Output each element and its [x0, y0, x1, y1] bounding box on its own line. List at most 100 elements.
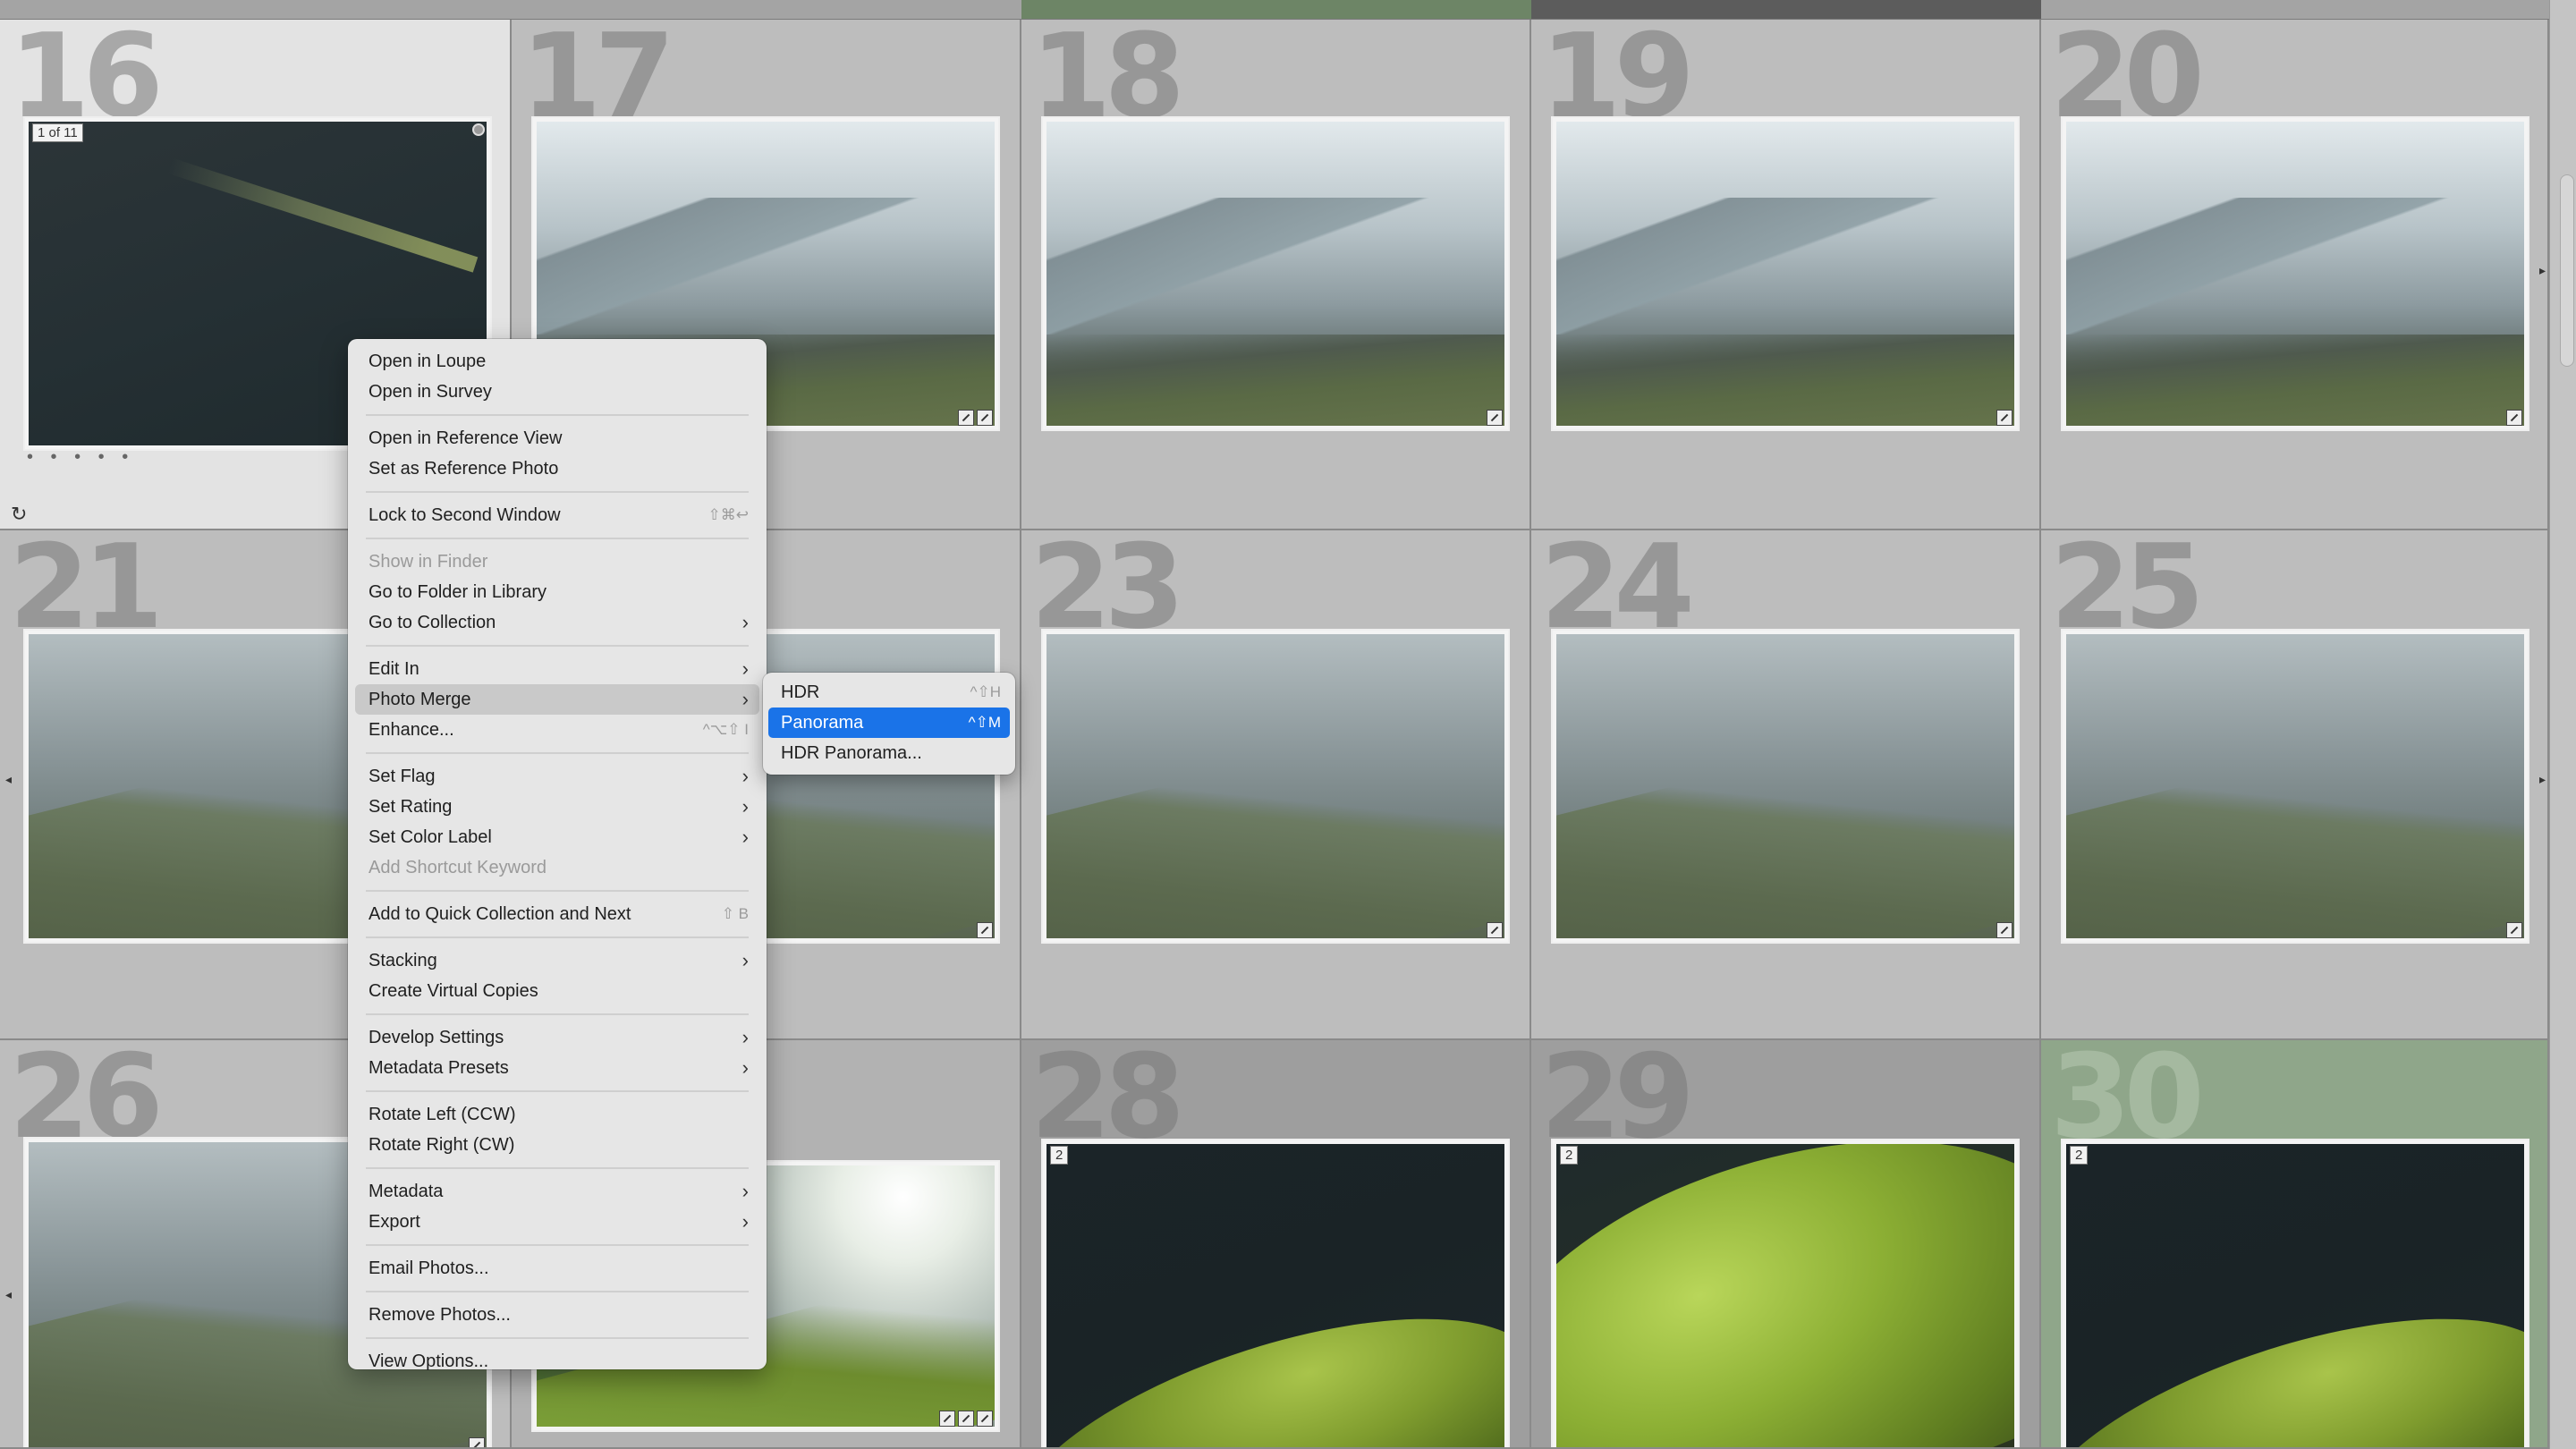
edited-icon [1996, 410, 2012, 426]
menu-separator [366, 645, 749, 647]
chevron-right-icon[interactable]: ▸ [2539, 263, 2546, 278]
menu-item-set-as-reference-photo[interactable]: Set as Reference Photo [348, 453, 767, 484]
vertical-scrollbar[interactable] [2560, 174, 2574, 367]
day-number: 30 [2050, 1040, 2205, 1165]
photo-thumbnail[interactable] [1551, 116, 2020, 431]
chevron-right-icon: › [741, 949, 749, 971]
menu-separator [366, 1337, 749, 1339]
edited-icon [469, 1437, 485, 1447]
chevron-right-icon: › [741, 765, 749, 787]
menu-item-enhance[interactable]: Enhance... ^⌥⇧ I [348, 715, 767, 745]
chevron-left-icon[interactable]: ◂ [5, 1287, 12, 1302]
day-cell-23[interactable]: 23 [1021, 530, 1531, 1040]
stack-count-badge: 1 of 11 [32, 123, 83, 142]
menu-item-set-color-label[interactable]: Set Color Label › [348, 822, 767, 852]
day-number: 21 [9, 530, 164, 655]
edit-badge-icons [958, 410, 993, 426]
menu-separator [366, 1291, 749, 1292]
photo-thumbnail[interactable] [1551, 629, 2020, 944]
chevron-left-icon[interactable]: ◂ [5, 772, 12, 787]
day-number: 28 [1030, 1040, 1185, 1165]
edited-icon [1487, 410, 1503, 426]
shortcut-label: ^⇧M [968, 714, 1001, 731]
photo-thumbnail[interactable] [1041, 116, 1510, 431]
chevron-right-icon: › [741, 1056, 749, 1079]
menu-separator [366, 1244, 749, 1246]
menu-item-remove-photos[interactable]: Remove Photos... [348, 1300, 767, 1330]
submenu-item-hdr-panorama[interactable]: HDR Panorama... [768, 738, 1010, 768]
top-bar-segment [2041, 0, 2549, 20]
menu-item-metadata-presets[interactable]: Metadata Presets › [348, 1053, 767, 1083]
menu-separator [366, 890, 749, 892]
menu-item-set-flag[interactable]: Set Flag › [348, 761, 767, 792]
menu-item-stacking[interactable]: Stacking › [348, 945, 767, 976]
menu-separator [366, 1013, 749, 1015]
stack-count-badge: 2 [1050, 1146, 1069, 1165]
menu-item-add-to-quick-collection-and-next[interactable]: Add to Quick Collection and Next ⇧ B [348, 899, 767, 929]
day-cell-25[interactable]: 25 ▸ [2041, 530, 2549, 1040]
day-cell-29[interactable]: 29 2 [1531, 1040, 2041, 1449]
menu-item-open-in-reference-view[interactable]: Open in Reference View [348, 423, 767, 453]
edit-badge-icons [939, 1411, 993, 1427]
chevron-right-icon: › [741, 611, 749, 633]
menu-item-edit-in[interactable]: Edit In › [348, 654, 767, 684]
photo-thumbnail[interactable] [2061, 629, 2529, 944]
day-cell-28[interactable]: 28 2 [1021, 1040, 1531, 1449]
menu-item-open-in-survey[interactable]: Open in Survey [348, 377, 767, 407]
edited-icon [2506, 410, 2522, 426]
edit-badge-icons [469, 1437, 485, 1447]
menu-item-rotate-left[interactable]: Rotate Left (CCW) [348, 1099, 767, 1130]
menu-item-go-to-folder-in-library[interactable]: Go to Folder in Library [348, 577, 767, 607]
menu-item-show-in-finder: Show in Finder [369, 552, 488, 572]
menu-separator [366, 414, 749, 416]
menu-item-create-virtual-copies[interactable]: Create Virtual Copies [348, 976, 767, 1006]
edited-icon [1487, 922, 1503, 938]
crop-icon [977, 410, 993, 426]
photo-merge-submenu: HDR ^⇧H Panorama ^⇧M HDR Panorama... [763, 673, 1015, 775]
day-cell-18[interactable]: 18 [1021, 20, 1531, 530]
selection-dot-icon[interactable] [472, 123, 485, 136]
chevron-right-icon[interactable]: ▸ [2539, 772, 2546, 787]
day-number: 25 [2050, 530, 2205, 655]
rotate-icon[interactable]: ↻ [11, 503, 27, 526]
day-cell-20[interactable]: 20 ▸ [2041, 20, 2549, 530]
edited-icon [939, 1411, 955, 1427]
submenu-item-hdr[interactable]: HDR ^⇧H [768, 677, 1010, 708]
rating-dots[interactable]: • • • • • [27, 447, 134, 468]
stack-count-badge: 2 [1560, 1146, 1579, 1165]
menu-item-set-rating[interactable]: Set Rating › [348, 792, 767, 822]
menu-item-develop-settings[interactable]: Develop Settings › [348, 1022, 767, 1053]
photo-thumbnail[interactable] [1041, 629, 1510, 944]
menu-separator [366, 538, 749, 539]
menu-item-go-to-collection[interactable]: Go to Collection › [348, 607, 767, 638]
edit-badge-icons [977, 922, 993, 938]
menu-item-lock-to-second-window[interactable]: Lock to Second Window ⇧⌘↩ [348, 500, 767, 530]
menu-separator [366, 1090, 749, 1092]
photo-thumbnail[interactable] [2061, 116, 2529, 431]
day-number: 23 [1030, 530, 1185, 655]
top-bar-segment-active [1021, 0, 1531, 20]
menu-item-photo-merge[interactable]: Photo Merge › [355, 684, 759, 715]
menu-item-view-options[interactable]: View Options... [348, 1346, 767, 1377]
shortcut-label: ^⌥⇧ I [702, 721, 749, 738]
day-cell-30[interactable]: 30 2 [2041, 1040, 2549, 1449]
submenu-item-panorama[interactable]: Panorama ^⇧M [768, 708, 1010, 738]
photo-thumbnail[interactable]: 2 [1041, 1139, 1510, 1447]
chevron-right-icon: › [741, 795, 749, 818]
photo-thumbnail[interactable]: 2 [2061, 1139, 2529, 1447]
edit-badge-icons [1996, 410, 2012, 426]
menu-item-export[interactable]: Export › [348, 1207, 767, 1237]
photo-thumbnail[interactable]: 2 [1551, 1139, 2020, 1447]
chevron-right-icon: › [741, 1180, 749, 1202]
menu-item-open-in-loupe[interactable]: Open in Loupe [348, 346, 767, 377]
menu-item-rotate-right[interactable]: Rotate Right (CW) [348, 1130, 767, 1160]
edited-icon [958, 410, 974, 426]
menu-item-email-photos[interactable]: Email Photos... [348, 1253, 767, 1284]
edit-badge-icons [2506, 410, 2522, 426]
menu-item-metadata[interactable]: Metadata › [348, 1176, 767, 1207]
day-number: 24 [1540, 530, 1695, 655]
menu-separator [366, 936, 749, 938]
day-cell-24[interactable]: 24 [1531, 530, 2041, 1040]
menu-separator [366, 1167, 749, 1169]
day-cell-19[interactable]: 19 [1531, 20, 2041, 530]
